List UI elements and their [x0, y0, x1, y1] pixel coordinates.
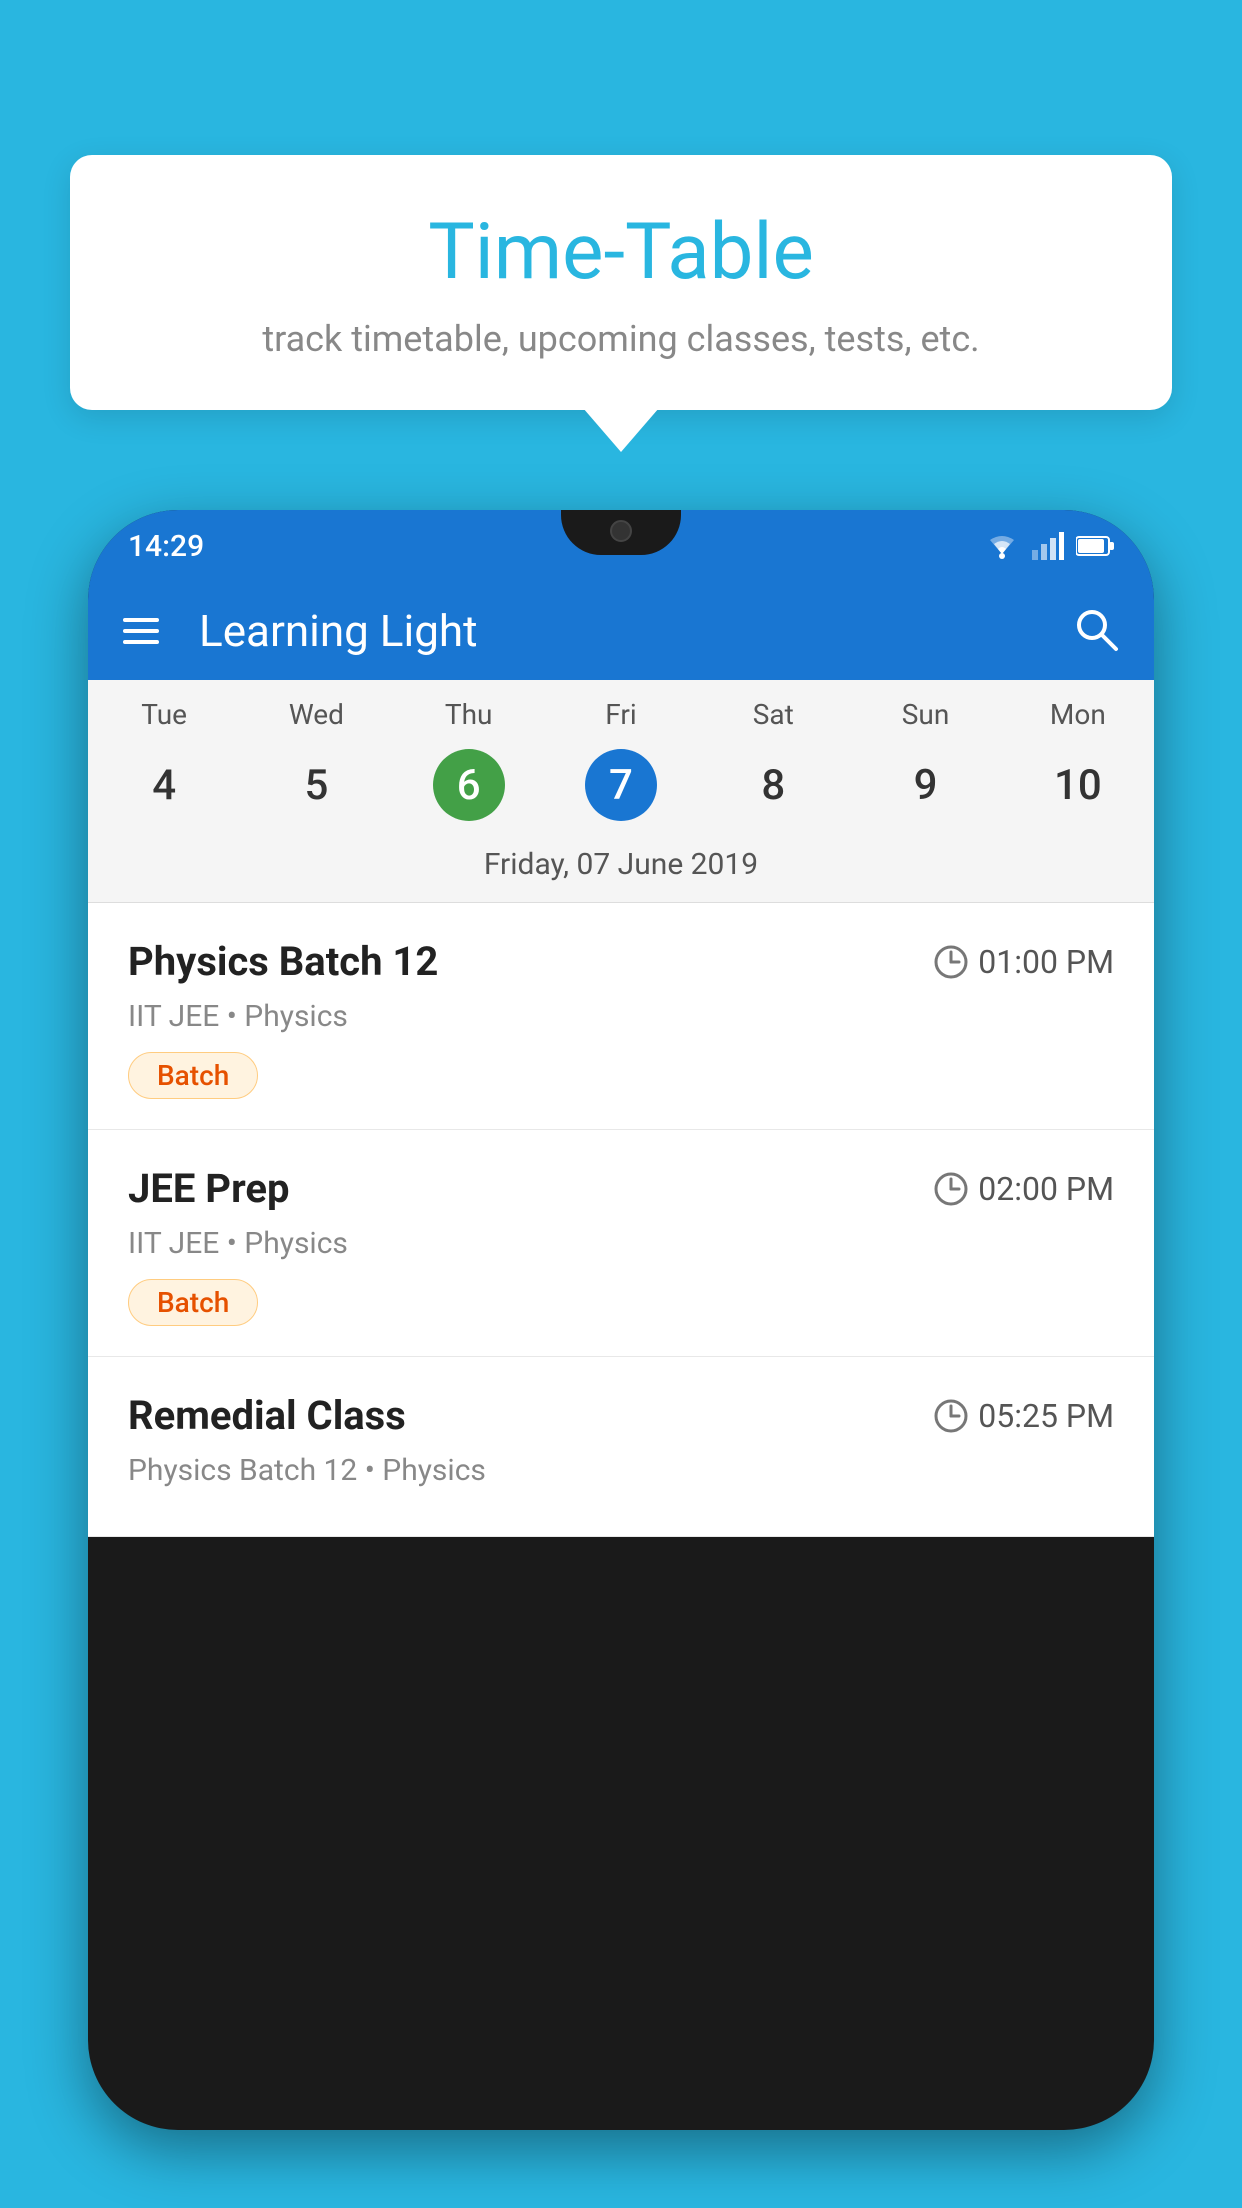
day-number[interactable]: 10 — [1002, 749, 1154, 821]
day-label: Tue — [88, 698, 240, 731]
schedule-item-title: JEE Prep — [128, 1165, 289, 1212]
day-label: Sat — [697, 698, 849, 731]
schedule-item-title: Remedial Class — [128, 1392, 406, 1439]
tooltip-card: Time-Table track timetable, upcoming cla… — [70, 155, 1172, 410]
tooltip-subtitle: track timetable, upcoming classes, tests… — [130, 318, 1112, 360]
schedule-item-time: 01:00 PM — [934, 943, 1114, 981]
status-icons — [984, 532, 1114, 560]
day-label: Thu — [393, 698, 545, 731]
day-number[interactable]: 6 — [433, 749, 505, 821]
wifi-icon — [984, 532, 1020, 560]
clock-icon — [934, 945, 968, 979]
day-label: Fri — [545, 698, 697, 731]
phone-wrapper: 14:29 — [88, 510, 1154, 2208]
schedule-item-subtitle: Physics Batch 12 • Physics — [128, 1453, 1114, 1488]
signal-icon — [1032, 532, 1064, 560]
schedule-item-time: 02:00 PM — [934, 1170, 1114, 1208]
clock-icon — [934, 1172, 968, 1206]
batch-badge: Batch — [128, 1279, 258, 1326]
battery-icon — [1076, 535, 1114, 557]
notch — [561, 510, 681, 555]
day-label: Sun — [849, 698, 1001, 731]
search-icon — [1073, 606, 1119, 652]
status-time: 14:29 — [128, 529, 204, 564]
app-title: Learning Light — [199, 605, 1043, 657]
day-numbers-row: 456 78910 — [88, 739, 1154, 839]
schedule-item[interactable]: Physics Batch 12 01:00 PM IIT JEE • Physi… — [88, 903, 1154, 1130]
tooltip-title: Time-Table — [130, 210, 1112, 296]
schedule-item-subtitle: IIT JEE • Physics — [128, 999, 1114, 1034]
schedule-item-title: Physics Batch 12 — [128, 938, 438, 985]
day-number[interactable]: 5 — [240, 749, 392, 821]
hamburger-menu-button[interactable] — [123, 618, 159, 644]
day-number[interactable]: 4 — [88, 749, 240, 821]
phone-frame: 14:29 — [88, 510, 1154, 2130]
batch-badge: Batch — [128, 1052, 258, 1099]
camera — [610, 520, 632, 542]
app-bar: Learning Light — [88, 582, 1154, 680]
search-button[interactable] — [1073, 606, 1119, 656]
schedule-item-time: 05:25 PM — [934, 1397, 1114, 1435]
status-bar: 14:29 — [88, 510, 1154, 582]
day-label: Mon — [1002, 698, 1154, 731]
calendar-section: TueWedThuFriSatSunMon 456 78910 Friday, 0… — [88, 680, 1154, 903]
schedule-item-subtitle: IIT JEE • Physics — [128, 1226, 1114, 1261]
schedule-list: Physics Batch 12 01:00 PM IIT JEE • Physi… — [88, 903, 1154, 1537]
schedule-item[interactable]: JEE Prep 02:00 PM IIT JEE • Physics Batch — [88, 1130, 1154, 1357]
day-labels-row: TueWedThuFriSatSunMon — [88, 680, 1154, 739]
selected-date-label: Friday, 07 June 2019 — [88, 839, 1154, 903]
day-label: Wed — [240, 698, 392, 731]
day-number[interactable]: 9 — [849, 749, 1001, 821]
schedule-item[interactable]: Remedial Class 05:25 PM Physics Batch 12 … — [88, 1357, 1154, 1537]
clock-icon — [934, 1399, 968, 1433]
day-number[interactable]: 8 — [697, 749, 849, 821]
day-number[interactable]: 7 — [585, 749, 657, 821]
